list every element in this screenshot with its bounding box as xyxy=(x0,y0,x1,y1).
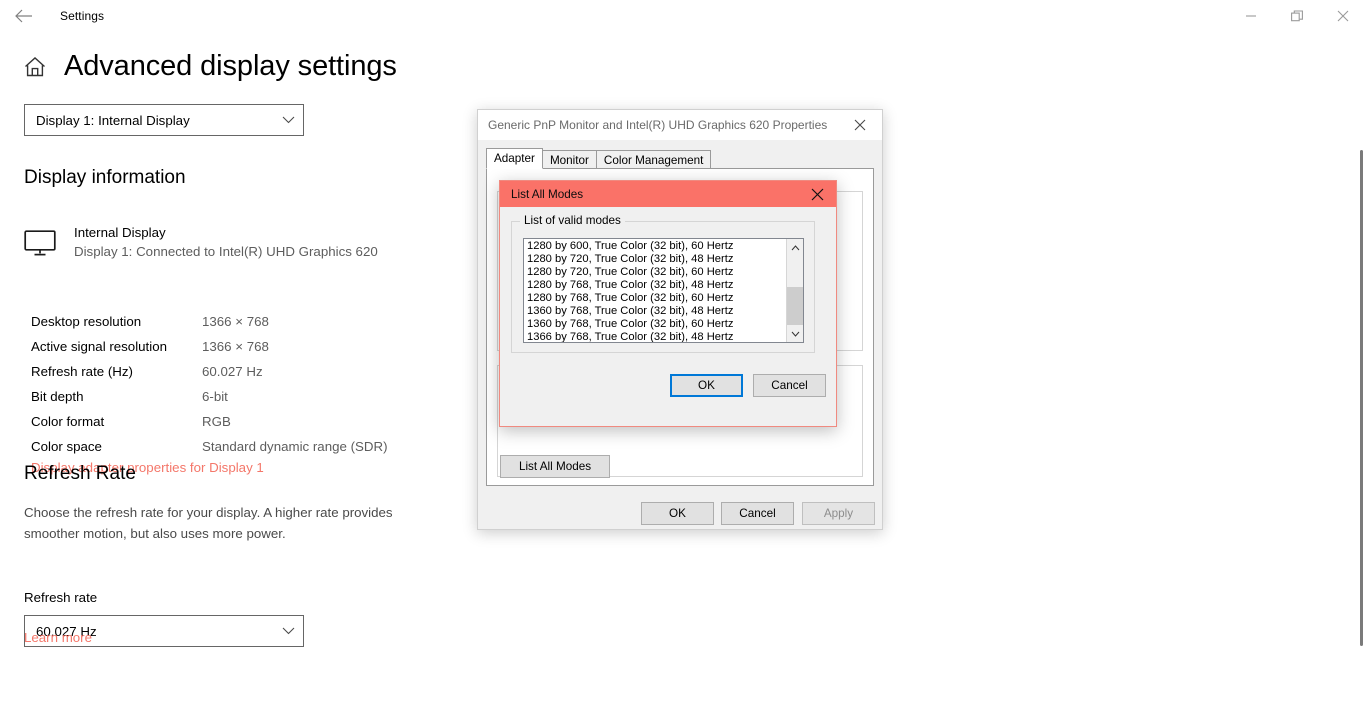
restore-button[interactable] xyxy=(1274,0,1320,32)
list-item[interactable]: 1360 by 768, True Color (32 bit), 60 Her… xyxy=(524,318,786,331)
monitor-name: Internal Display xyxy=(74,225,166,240)
properties-ok-button[interactable]: OK xyxy=(641,502,714,525)
refresh-rate-label: Refresh rate xyxy=(24,590,98,605)
table-row: Desktop resolution 1366 × 768 xyxy=(31,309,451,334)
chevron-down-icon xyxy=(273,116,303,124)
list-item[interactable]: 1280 by 768, True Color (32 bit), 48 Her… xyxy=(524,279,786,292)
chevron-down-icon xyxy=(273,627,303,635)
list-item[interactable]: 1280 by 720, True Color (32 bit), 60 Her… xyxy=(524,266,786,279)
page-scrollbar[interactable] xyxy=(1360,150,1363,646)
restore-icon xyxy=(1290,9,1303,21)
page-header: Advanced display settings xyxy=(24,52,397,81)
info-value: 1366 × 768 xyxy=(202,339,269,354)
monitor-connection: Display 1: Connected to Intel(R) UHD Gra… xyxy=(74,244,378,259)
valid-modes-label: List of valid modes xyxy=(520,214,625,227)
list-item[interactable]: 1360 by 768, True Color (32 bit), 48 Her… xyxy=(524,305,786,318)
modes-dialog-title: List All Modes xyxy=(511,187,584,201)
display-information-heading: Display information xyxy=(24,167,186,188)
refresh-rate-heading: Refresh Rate xyxy=(24,463,136,484)
modes-buttons: OK Cancel xyxy=(500,364,836,404)
table-row: Color format RGB xyxy=(31,409,451,434)
display-info-table: Desktop resolution 1366 × 768 Active sig… xyxy=(31,309,451,459)
learn-more-link[interactable]: Learn more xyxy=(24,630,92,645)
properties-tabs: Adapter Monitor Color Management xyxy=(486,148,712,169)
home-icon[interactable] xyxy=(24,56,46,78)
display-select[interactable]: Display 1: Internal Display xyxy=(24,104,304,136)
minimize-button[interactable] xyxy=(1228,0,1274,32)
close-icon xyxy=(854,119,866,131)
info-key: Color space xyxy=(31,439,102,454)
info-key: Color format xyxy=(31,414,105,429)
close-button[interactable] xyxy=(1320,0,1366,32)
refresh-rate-description: Choose the refresh rate for your display… xyxy=(24,505,393,541)
page-title: Advanced display settings xyxy=(64,50,397,82)
display-select-value: Display 1: Internal Display xyxy=(36,112,190,128)
modes-listbox[interactable]: 1280 by 600, True Color (32 bit), 60 Her… xyxy=(523,238,804,343)
chevron-up-icon xyxy=(791,244,799,250)
list-all-modes-dialog: List All Modes List of valid modes 1280 … xyxy=(499,180,837,427)
modes-cancel-button[interactable]: Cancel xyxy=(753,374,826,397)
properties-apply-button: Apply xyxy=(802,502,875,525)
scrollbar-thumb[interactable] xyxy=(787,287,803,327)
monitor-icon xyxy=(24,230,56,256)
table-row: Color space Standard dynamic range (SDR) xyxy=(31,434,451,459)
modes-titlebar: List All Modes xyxy=(500,181,836,207)
info-key: Active signal resolution xyxy=(31,339,167,354)
minimize-icon xyxy=(1246,15,1256,17)
back-arrow-icon xyxy=(14,9,32,23)
info-value: Standard dynamic range (SDR) xyxy=(202,439,388,454)
close-icon xyxy=(811,188,823,200)
app-title: Settings xyxy=(60,9,105,23)
monitor-summary: Internal Display Display 1: Connected to… xyxy=(24,224,378,261)
info-key: Bit depth xyxy=(31,389,84,404)
close-icon xyxy=(1337,10,1349,22)
properties-titlebar: Generic PnP Monitor and Intel(R) UHD Gra… xyxy=(478,110,882,140)
modes-scrollbar[interactable] xyxy=(786,239,803,342)
tab-adapter[interactable]: Adapter xyxy=(486,148,543,169)
scrollbar-down-button[interactable] xyxy=(787,325,803,342)
chevron-down-icon xyxy=(791,331,800,337)
tab-monitor[interactable]: Monitor xyxy=(541,150,597,169)
modes-body: List of valid modes 1280 by 600, True Co… xyxy=(500,207,836,426)
list-all-modes-button[interactable]: List All Modes xyxy=(500,455,610,478)
list-item[interactable]: 1366 by 768, True Color (32 bit), 48 Her… xyxy=(524,331,786,342)
modes-close-button[interactable] xyxy=(798,181,836,207)
table-row: Active signal resolution 1366 × 768 xyxy=(31,334,451,359)
tab-color-management[interactable]: Color Management xyxy=(595,150,712,169)
info-key: Desktop resolution xyxy=(31,314,142,329)
modes-list: 1280 by 600, True Color (32 bit), 60 Her… xyxy=(524,239,786,342)
list-item[interactable]: 1280 by 600, True Color (32 bit), 60 Her… xyxy=(524,240,786,253)
back-button[interactable] xyxy=(0,0,46,32)
window-controls xyxy=(1228,0,1366,32)
properties-cancel-button[interactable]: Cancel xyxy=(721,502,794,525)
properties-title: Generic PnP Monitor and Intel(R) UHD Gra… xyxy=(488,117,828,132)
scrollbar-up-button[interactable] xyxy=(787,239,803,256)
info-value: RGB xyxy=(202,414,231,429)
info-value: 6-bit xyxy=(202,389,228,404)
list-item[interactable]: 1280 by 768, True Color (32 bit), 60 Her… xyxy=(524,292,786,305)
list-item[interactable]: 1280 by 720, True Color (32 bit), 48 Her… xyxy=(524,253,786,266)
table-row: Refresh rate (Hz) 60.027 Hz xyxy=(31,359,451,384)
info-value: 60.027 Hz xyxy=(202,364,263,379)
properties-close-button[interactable] xyxy=(838,110,882,140)
info-value: 1366 × 768 xyxy=(202,314,269,329)
valid-modes-group: List of valid modes 1280 by 600, True Co… xyxy=(511,214,815,353)
modes-ok-button[interactable]: OK xyxy=(670,374,743,397)
table-row: Bit depth 6-bit xyxy=(31,384,451,409)
settings-window: Settings Advanced display settings Displ… xyxy=(0,0,1366,727)
info-key: Refresh rate (Hz) xyxy=(31,364,133,379)
properties-buttons: OK Cancel Apply xyxy=(478,498,882,528)
settings-titlebar: Settings xyxy=(0,0,1366,32)
